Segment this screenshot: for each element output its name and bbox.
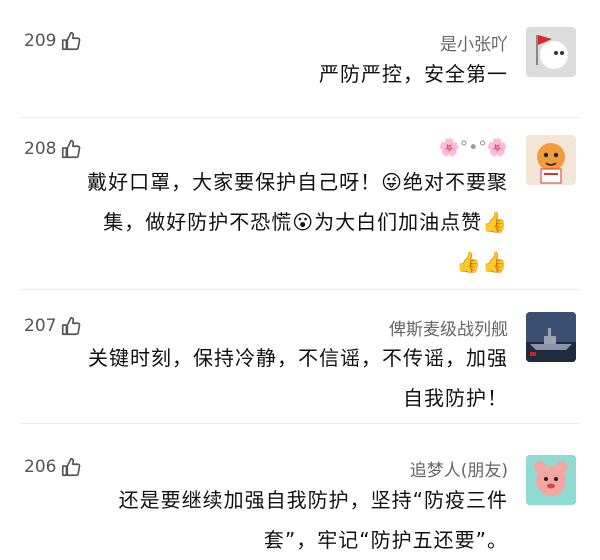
comment-line: 自我防护！ [403, 386, 508, 410]
nickname[interactable]: 🌸°•°🌸 [439, 138, 508, 158]
comment-text: 还是要继续加强自我防护，坚持“防疫三件 套”，牢记“防护五还要”。 [38, 480, 508, 560]
like-count[interactable]: 206 [24, 456, 82, 478]
comment-line: 集，做好防护不恐慌😮为大白们加油点赞👍 [103, 210, 508, 234]
cartoon-character-avatar-icon [526, 455, 576, 505]
avatar[interactable] [526, 455, 576, 505]
thumbs-up-icon[interactable] [60, 315, 82, 337]
comment-item: 追梦人(朋友) 206 还是要继续加强自我防护，坚持“防疫三件 套”，牢记“防护… [0, 424, 600, 559]
like-number: 206 [24, 457, 57, 477]
like-count[interactable]: 209 [24, 30, 82, 52]
nickname[interactable]: 是小张吖 [440, 30, 508, 55]
comment-item: 🌸°•°🌸 208 戴好口罩，大家要保护自己呀！😜绝对不要聚 集，做好防护不恐慌… [0, 118, 600, 290]
battleship-avatar-icon [526, 312, 576, 362]
comment-text: 严防严控，安全第一 [38, 54, 508, 94]
like-count[interactable]: 207 [24, 315, 82, 337]
avatar[interactable] [526, 27, 576, 77]
like-number: 209 [24, 31, 57, 51]
like-number: 208 [24, 139, 57, 159]
comment-item: 是小张吖 209 严防严控，安全第一 [0, 0, 600, 118]
tiger-cartoon-avatar-icon [526, 135, 576, 185]
comment-feed: 是小张吖 209 严防严控，安全第一 🌸°•°🌸 208 戴好口罩，大家要保护自… [0, 0, 600, 559]
thumbs-up-icon[interactable] [60, 30, 82, 52]
comment-text: 关键时刻，保持冷静，不信谣，不传谣，加强 自我防护！ [38, 338, 508, 418]
nickname[interactable]: 追梦人(朋友) [410, 456, 508, 481]
comment-line: 关键时刻，保持冷静，不信谣，不传谣，加强 [88, 346, 508, 370]
thumbs-up-icon[interactable] [60, 138, 82, 160]
comment-line: 还是要继续加强自我防护，坚持“防疫三件 [118, 488, 508, 512]
thumbs-up-icon[interactable] [60, 456, 82, 478]
nickname[interactable]: 俾斯麦级战列舰 [389, 315, 508, 340]
comment-line: 👍👍 [456, 250, 508, 274]
red-flag-avatar-icon [526, 27, 576, 77]
comment-line: 戴好口罩，大家要保护自己呀！😜绝对不要聚 [87, 170, 508, 194]
avatar[interactable] [526, 312, 576, 362]
like-number: 207 [24, 316, 57, 336]
comment-line: 严防严控，安全第一 [319, 62, 508, 86]
like-count[interactable]: 208 [24, 138, 82, 160]
avatar[interactable] [526, 135, 576, 185]
comment-item: 俾斯麦级战列舰 207 关键时刻，保持冷静，不信谣，不传谣，加强 自我防护！ [0, 290, 600, 424]
comment-text: 戴好口罩，大家要保护自己呀！😜绝对不要聚 集，做好防护不恐慌😮为大白们加油点赞👍… [38, 162, 508, 282]
comment-line: 套”，牢记“防护五还要”。 [263, 528, 508, 552]
